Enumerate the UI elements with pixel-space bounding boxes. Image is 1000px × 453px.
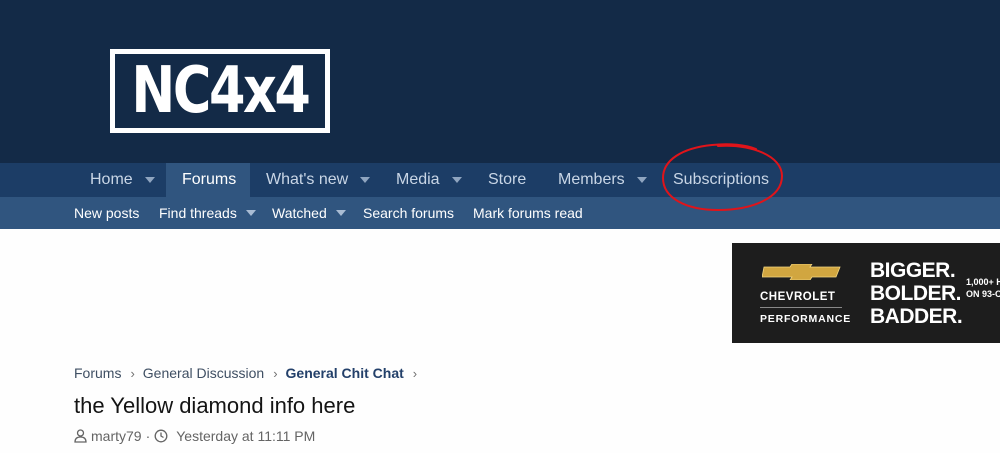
secondary-nav: New posts Find threads Watched Search fo… <box>0 197 1000 229</box>
nav-home[interactable]: Home <box>74 163 171 197</box>
nav-subscriptions-label: Subscriptions <box>673 171 770 188</box>
meta-separator: · <box>145 428 151 444</box>
nav-members-label: Members <box>558 171 625 188</box>
chevron-down-icon[interactable] <box>360 177 371 183</box>
ad-headline-2: BOLDER. <box>870 282 962 305</box>
logo-text: NC4x4 <box>131 54 310 128</box>
nav-store-label: Store <box>488 171 527 188</box>
subnav-new-posts-label: New posts <box>74 205 140 221</box>
nav-subscriptions[interactable]: Subscriptions <box>657 163 785 197</box>
user-icon <box>74 429 87 443</box>
breadcrumb-general-chit-chat[interactable]: General Chit Chat <box>286 365 404 381</box>
chevrolet-ad-banner[interactable]: CHEVROLET PERFORMANCE BIGGER. BOLDER. BA… <box>732 243 1000 343</box>
chevron-down-icon[interactable] <box>245 210 256 216</box>
ad-divider <box>760 307 842 308</box>
nav-forums-label: Forums <box>182 171 237 188</box>
chevron-right-icon: › <box>412 365 418 381</box>
nav-whats-new[interactable]: What's new <box>250 163 386 197</box>
chevron-right-icon: › <box>273 365 278 381</box>
ad-small-text-1: 1,000+ H <box>966 277 1000 287</box>
nav-members[interactable]: Members <box>542 163 663 197</box>
chevron-down-icon[interactable] <box>144 177 155 183</box>
ad-headline-1: BIGGER. <box>870 259 956 282</box>
subnav-watched[interactable]: Watched <box>272 197 346 229</box>
ad-small-text-2: ON 93-O <box>966 289 1000 299</box>
clock-icon <box>154 429 168 443</box>
thread-post-time[interactable]: Yesterday at 11:11 PM <box>176 428 315 444</box>
chevrolet-bowtie-icon <box>762 264 841 280</box>
nav-home-label: Home <box>90 171 133 188</box>
chevron-down-icon[interactable] <box>636 177 647 183</box>
thread-author[interactable]: marty79 <box>91 428 142 444</box>
chevron-down-icon[interactable] <box>451 177 462 183</box>
chevron-down-icon[interactable] <box>335 210 346 216</box>
chevron-right-icon: › <box>130 365 135 381</box>
site-logo[interactable]: NC4x4 <box>110 49 330 133</box>
subnav-watched-label: Watched <box>272 205 327 221</box>
ad-sub-brand: PERFORMANCE <box>760 313 852 325</box>
nav-media[interactable]: Media <box>380 163 478 197</box>
breadcrumb: Forums › General Discussion › General Ch… <box>74 363 425 383</box>
ad-headline-3: BADDER. <box>870 305 963 328</box>
nav-media-label: Media <box>396 171 440 188</box>
subnav-mark-forums-read[interactable]: Mark forums read <box>473 197 583 229</box>
breadcrumb-forums[interactable]: Forums <box>74 365 121 381</box>
subnav-search-forums[interactable]: Search forums <box>363 197 454 229</box>
subnav-search-forums-label: Search forums <box>363 205 455 221</box>
thread-title: the Yellow diamond info here <box>74 393 356 418</box>
primary-nav: Home Forums What's new Media Store Membe… <box>0 163 1000 197</box>
subnav-new-posts[interactable]: New posts <box>74 197 139 229</box>
subnav-find-threads-label: Find threads <box>159 205 237 221</box>
site-header: NC4x4 <box>0 0 1000 163</box>
subnav-find-threads[interactable]: Find threads <box>159 197 256 229</box>
breadcrumb-general-discussion[interactable]: General Discussion <box>143 365 264 381</box>
ad-brand: CHEVROLET <box>760 291 836 303</box>
thread-meta: marty79 · Yesterday at 11:11 PM <box>74 428 315 444</box>
nav-store[interactable]: Store <box>472 163 542 197</box>
subnav-mark-forums-read-label: Mark forums read <box>473 205 583 221</box>
nav-whats-new-label: What's new <box>266 171 349 188</box>
nav-forums[interactable]: Forums <box>166 163 250 197</box>
